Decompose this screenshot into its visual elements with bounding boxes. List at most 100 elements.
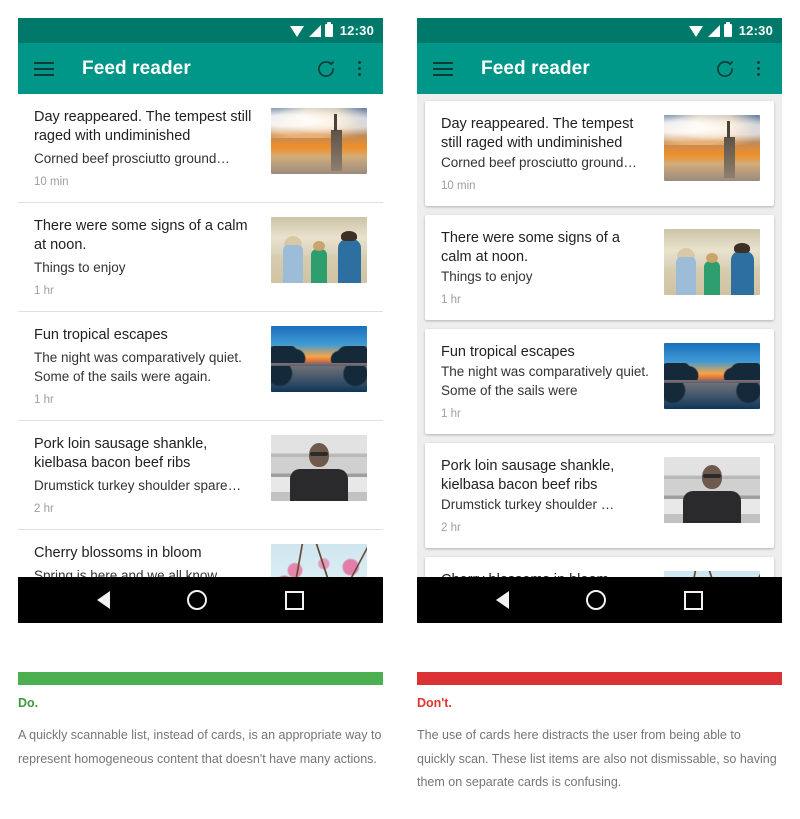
list-item[interactable]: Day reappeared. The tempest still raged …: [18, 94, 383, 203]
dont-body: The use of cards here distracts the user…: [417, 728, 777, 789]
back-triangle-icon[interactable]: [96, 591, 110, 609]
dont-label: Don't.: [417, 696, 452, 710]
list-item[interactable]: There were some signs of a calm at noon.…: [425, 215, 774, 320]
list-item-title: There were some signs of a calm at noon.: [34, 218, 248, 253]
feed-list-do[interactable]: Day reappeared. The tempest still raged …: [18, 94, 383, 577]
list-item[interactable]: Cherry blossoms in bloom Spring is here …: [18, 530, 383, 577]
list-item-text: Fun tropical escapes The night was compa…: [441, 343, 664, 422]
status-icons-do: 12:30: [289, 22, 374, 38]
dont-color-swatch: [417, 672, 782, 685]
status-time: 12:30: [339, 23, 374, 38]
list-item-subtitle: Drumstick turkey shoulder …: [441, 497, 615, 512]
list-item-title: Day reappeared. The tempest still raged …: [34, 109, 252, 144]
list-item-title: There were some signs of a calm at noon.: [441, 230, 620, 265]
list-item-subtitle: Corned beef prosciutto ground…: [34, 151, 230, 166]
list-item-text: Day reappeared. The tempest still raged …: [34, 108, 271, 190]
refresh-icon[interactable]: [313, 56, 339, 82]
list-item-title: Fun tropical escapes: [34, 327, 168, 343]
list-item-thumbnail: [271, 326, 367, 392]
list-item-thumbnail: [271, 435, 367, 501]
list-item-subtitle: Things to enjoy: [34, 260, 126, 275]
list-item-text: Pork loin sausage shankle, kielbasa baco…: [34, 435, 271, 517]
wifi-icon: [688, 25, 704, 37]
list-item-title: Cherry blossoms in bloom: [34, 545, 202, 561]
list-item[interactable]: There were some signs of a calm at noon.…: [18, 203, 383, 312]
list-item-text: There were some signs of a calm at noon.…: [441, 229, 664, 308]
list-item-title: Pork loin sausage shankle, kielbasa baco…: [441, 458, 615, 493]
recents-square-icon[interactable]: [684, 590, 704, 610]
dont-caption: Don't. The use of cards here distracts t…: [417, 694, 782, 795]
list-item-thumbnail: [664, 457, 760, 523]
list-item-thumbnail: [664, 343, 760, 409]
list-item-text: There were some signs of a calm at noon.…: [34, 217, 271, 299]
app-bar-title: Feed reader: [82, 57, 191, 79]
list-item-subtitle: Things to enjoy: [441, 269, 533, 284]
do-caption: Do. A quickly scannable list, instead of…: [18, 694, 383, 771]
list-item-time: 2 hr: [441, 522, 461, 534]
list-item-text: Day reappeared. The tempest still raged …: [441, 115, 664, 194]
list-item-subtitle: Spring is here and we all know...: [34, 568, 228, 577]
list-item-title: Fun tropical escapes: [441, 344, 575, 360]
app-bar-dont: Feed reader: [417, 43, 782, 94]
home-circle-icon[interactable]: [187, 590, 208, 610]
list-item-card[interactable]: Fun tropical escapes The night was compa…: [425, 329, 774, 434]
hamburger-menu-icon[interactable]: [34, 61, 54, 76]
signal-icon: [707, 24, 720, 37]
android-nav-bar-dont: [417, 577, 782, 623]
list-item[interactable]: Pork loin sausage shankle, kielbasa baco…: [18, 421, 383, 530]
list-item-subtitle: Corned beef prosciutto ground…: [441, 155, 637, 170]
comparison-stage: 12:30 Feed reader Day reappeared. The te…: [0, 0, 800, 819]
back-triangle-icon[interactable]: [495, 591, 509, 609]
list-item-text: Fun tropical escapes The night was compa…: [34, 326, 271, 408]
list-item-card[interactable]: Pork loin sausage shankle, kielbasa baco…: [425, 443, 774, 548]
hamburger-menu-icon[interactable]: [433, 61, 453, 76]
status-bar-do: 12:30: [18, 18, 383, 43]
list-item[interactable]: Day reappeared. The tempest still raged …: [425, 101, 774, 206]
wifi-icon: [289, 25, 305, 37]
list-item[interactable]: Pork loin sausage shankle, kielbasa baco…: [425, 443, 774, 548]
list-item-card[interactable]: Day reappeared. The tempest still raged …: [425, 101, 774, 206]
home-circle-icon[interactable]: [586, 590, 607, 610]
list-item-time: 2 hr: [34, 503, 54, 515]
feed-cards-dont[interactable]: Day reappeared. The tempest still raged …: [417, 94, 782, 577]
list-item-thumbnail: [271, 108, 367, 174]
do-label: Do.: [18, 696, 39, 710]
list-item-time: 1 hr: [34, 394, 54, 406]
list-item-time: 10 min: [441, 180, 476, 192]
list-item[interactable]: Fun tropical escapes The night was compa…: [425, 329, 774, 434]
app-bar-title: Feed reader: [481, 57, 590, 79]
list-item[interactable]: Fun tropical escapes The night was compa…: [18, 312, 383, 421]
do-panel: 12:30 Feed reader Day reappeared. The te…: [0, 0, 383, 819]
overflow-menu-icon[interactable]: [349, 58, 369, 80]
status-bar-dont: 12:30: [417, 18, 782, 43]
list-item[interactable]: Cherry blossoms in bloom Spring is here …: [425, 557, 774, 577]
list-item-title: Day reappeared. The tempest still raged …: [441, 116, 634, 151]
overflow-menu-icon[interactable]: [748, 58, 768, 80]
list-item-thumbnail: [271, 544, 367, 577]
list-item-text: Cherry blossoms in bloom Spring is here …: [34, 544, 271, 577]
list-item-thumbnail: [664, 115, 760, 181]
list-item-subtitle: Drumstick turkey shoulder spare…: [34, 478, 242, 493]
status-icons-dont: 12:30: [688, 22, 773, 38]
android-nav-bar-do: [18, 577, 383, 623]
battery-icon: [723, 22, 732, 37]
list-item-time: 1 hr: [441, 408, 461, 420]
recents-square-icon[interactable]: [285, 590, 305, 610]
list-item-title: Cherry blossoms in bloom: [441, 571, 654, 577]
list-item-time: 1 hr: [441, 294, 461, 306]
list-item-text: Cherry blossoms in bloom Spring is here …: [441, 571, 664, 577]
list-item-title: Pork loin sausage shankle, kielbasa baco…: [34, 436, 208, 471]
phone-mock-do: 12:30 Feed reader Day reappeared. The te…: [18, 18, 383, 655]
list-item-thumbnail: [271, 217, 367, 283]
app-bar-do: Feed reader: [18, 43, 383, 94]
battery-icon: [324, 22, 333, 37]
signal-icon: [308, 24, 321, 37]
dont-panel: 12:30 Feed reader Day reappeared. The te…: [417, 0, 800, 819]
list-item-card[interactable]: Cherry blossoms in bloom Spring is here …: [425, 557, 774, 577]
list-item-time: 1 hr: [34, 285, 54, 297]
list-item-subtitle: The night was comparatively quiet. Some …: [441, 364, 649, 398]
list-item-card[interactable]: There were some signs of a calm at noon.…: [425, 215, 774, 320]
list-item-thumbnail: [664, 571, 760, 577]
list-item-subtitle: The night was comparatively quiet. Some …: [34, 350, 242, 384]
refresh-icon[interactable]: [712, 56, 738, 82]
